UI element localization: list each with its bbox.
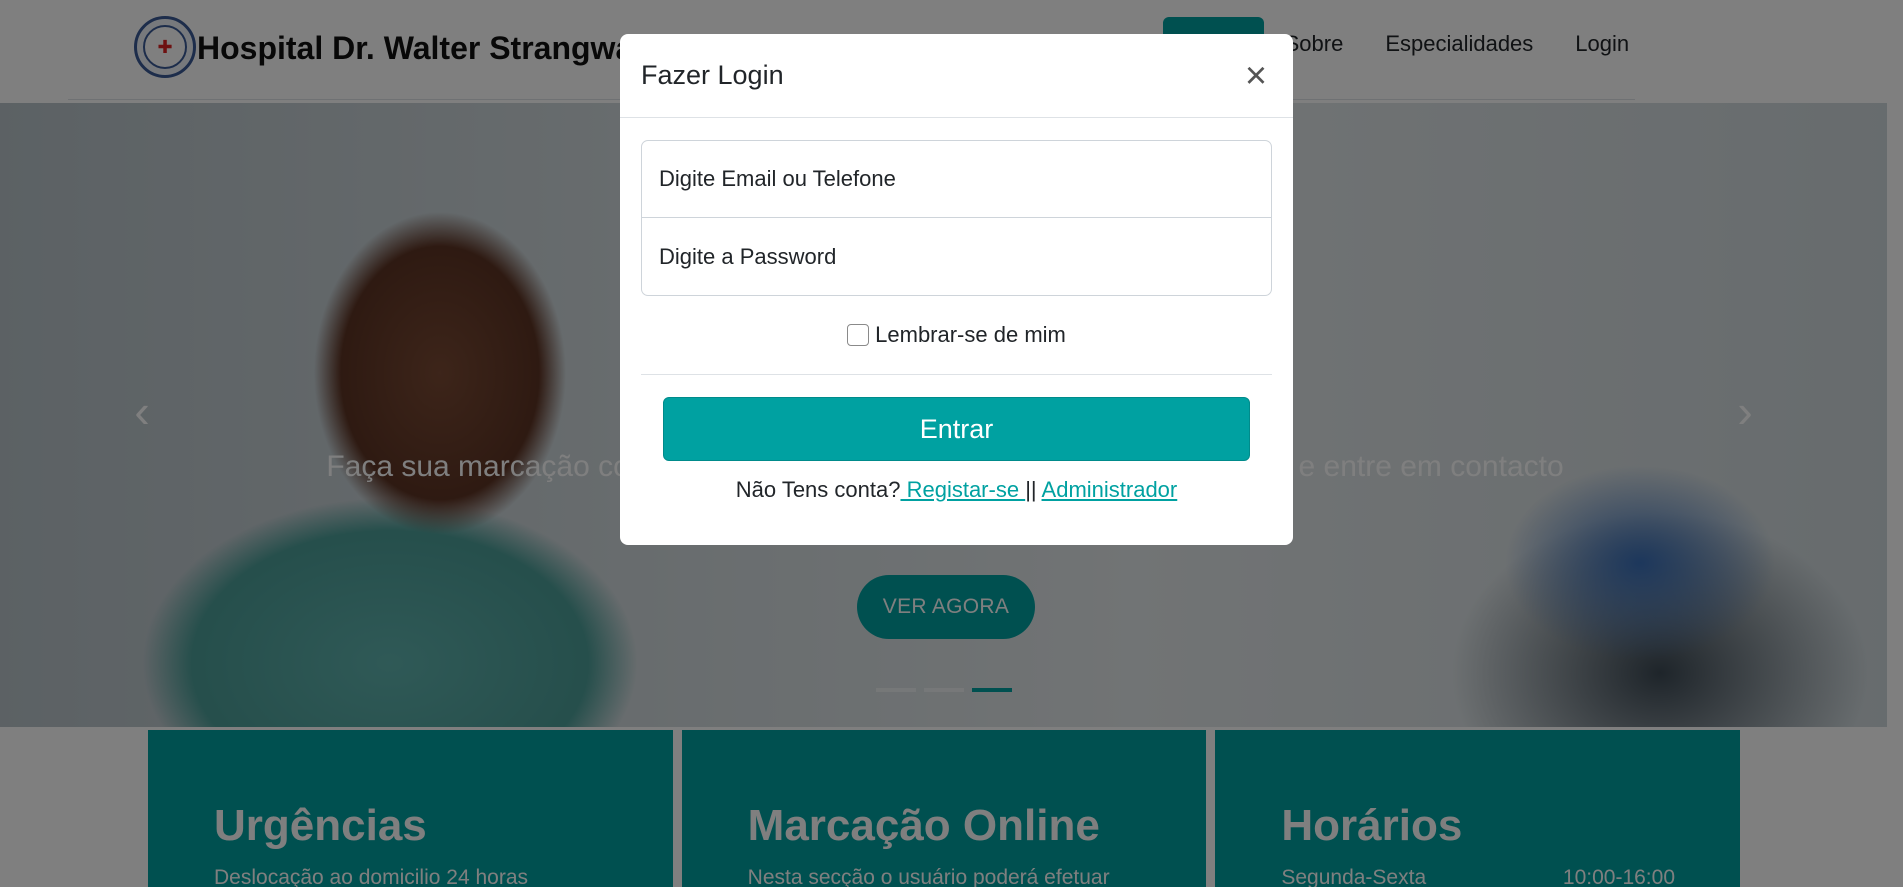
- register-link[interactable]: Registar-se: [900, 477, 1025, 502]
- modal-title: Fazer Login: [641, 60, 784, 90]
- remember-me: Lembrar-se de mim: [641, 296, 1272, 374]
- modal-divider: [641, 374, 1272, 375]
- entrar-button[interactable]: Entrar: [663, 397, 1250, 461]
- no-account-text: Não Tens conta?: [735, 477, 901, 502]
- remember-me-label[interactable]: Lembrar-se de mim: [875, 322, 1066, 348]
- remember-me-checkbox[interactable]: [847, 324, 870, 346]
- modal-header: Fazer Login ×: [620, 34, 1293, 118]
- modal-body: Lembrar-se de mim Entrar Não Tens conta?…: [620, 118, 1293, 503]
- admin-link[interactable]: Administrador: [1042, 477, 1178, 502]
- login-modal: Fazer Login × Lembrar-se de mim Entrar N…: [620, 34, 1293, 545]
- email-field[interactable]: [641, 140, 1272, 218]
- link-separator: ||: [1025, 477, 1037, 502]
- password-field[interactable]: [641, 218, 1272, 296]
- close-icon[interactable]: ×: [1240, 57, 1272, 95]
- modal-footer-links: Não Tens conta? Registar-se || Administr…: [641, 477, 1272, 503]
